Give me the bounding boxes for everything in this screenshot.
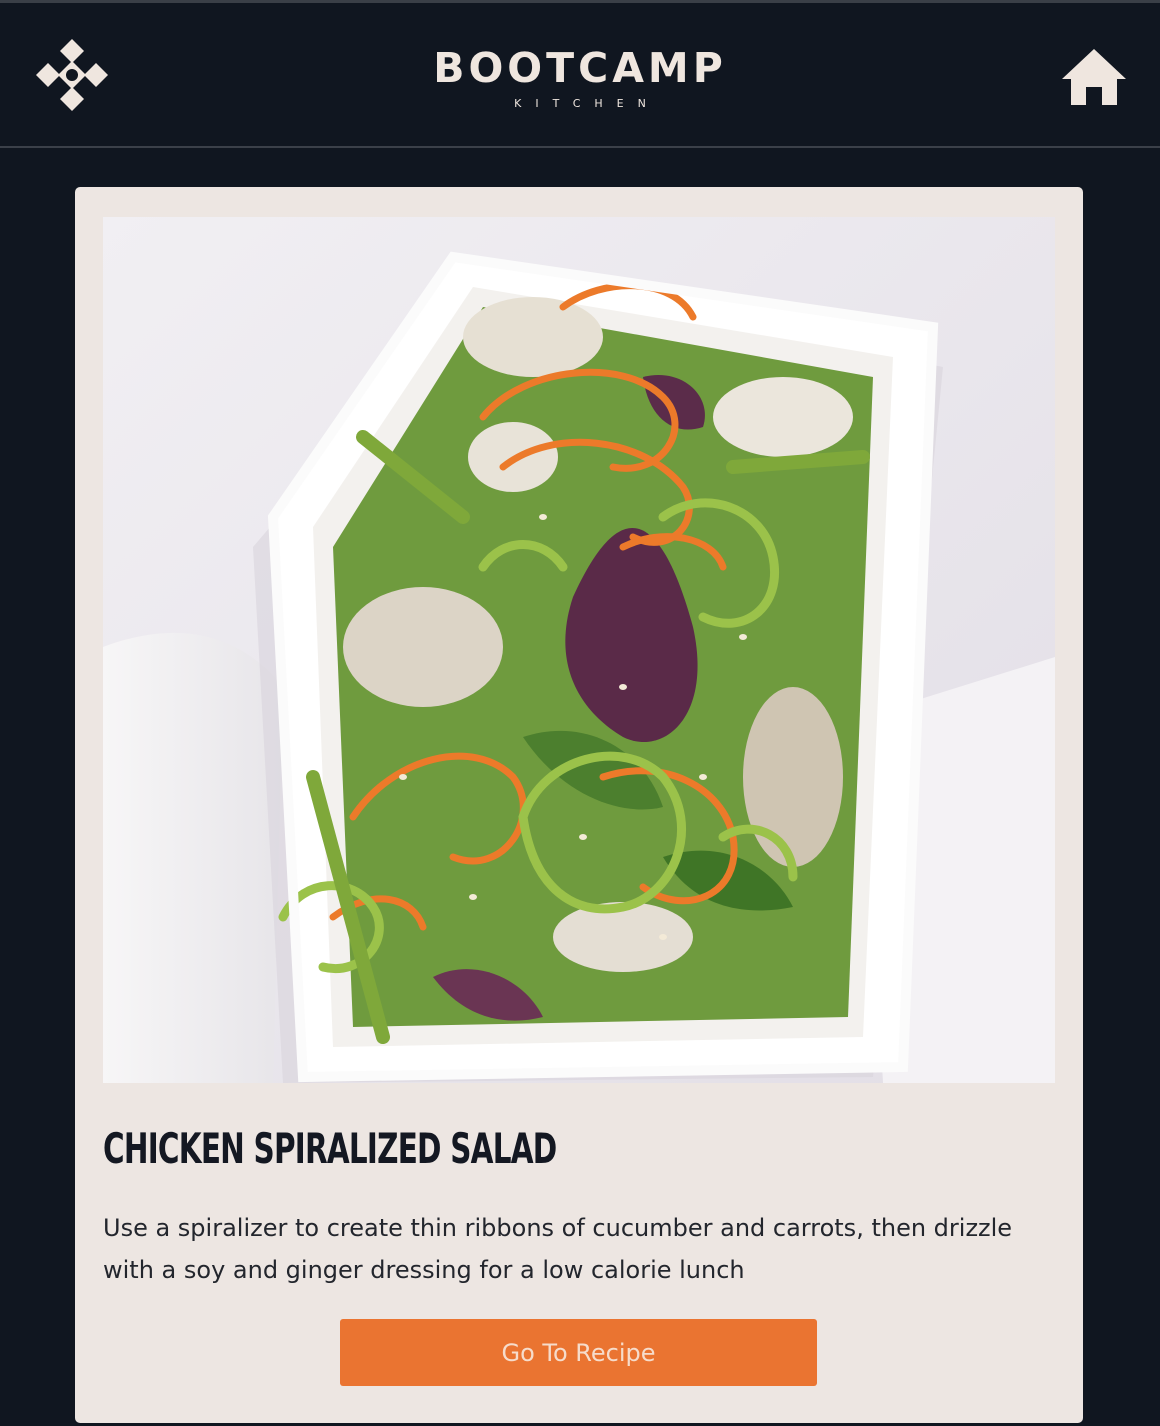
menu-button[interactable] (34, 37, 110, 113)
recipe-card: CHICKEN SPIRALIZED SALAD Use a spiralize… (75, 187, 1083, 1423)
site-logo[interactable]: BOOTCAMP KITCHEN (380, 39, 780, 113)
logo-subtitle: KITCHEN (514, 97, 660, 110)
logo-wordmark: BOOTCAMP (433, 44, 727, 92)
salad-illustration (103, 217, 1055, 1083)
home-button[interactable] (1060, 47, 1128, 109)
recipe-description: Use a spiralizer to create thin ribbons … (103, 1214, 1013, 1284)
go-to-recipe-button[interactable]: Go To Recipe (340, 1319, 817, 1386)
recipe-title: CHICKEN SPIRALIZED SALAD (103, 1124, 557, 1173)
recipe-photo[interactable] (103, 217, 1055, 1083)
top-bar: BOOTCAMP KITCHEN (0, 0, 1160, 148)
home-icon (1062, 49, 1126, 105)
diamond-menu-icon (36, 39, 108, 111)
